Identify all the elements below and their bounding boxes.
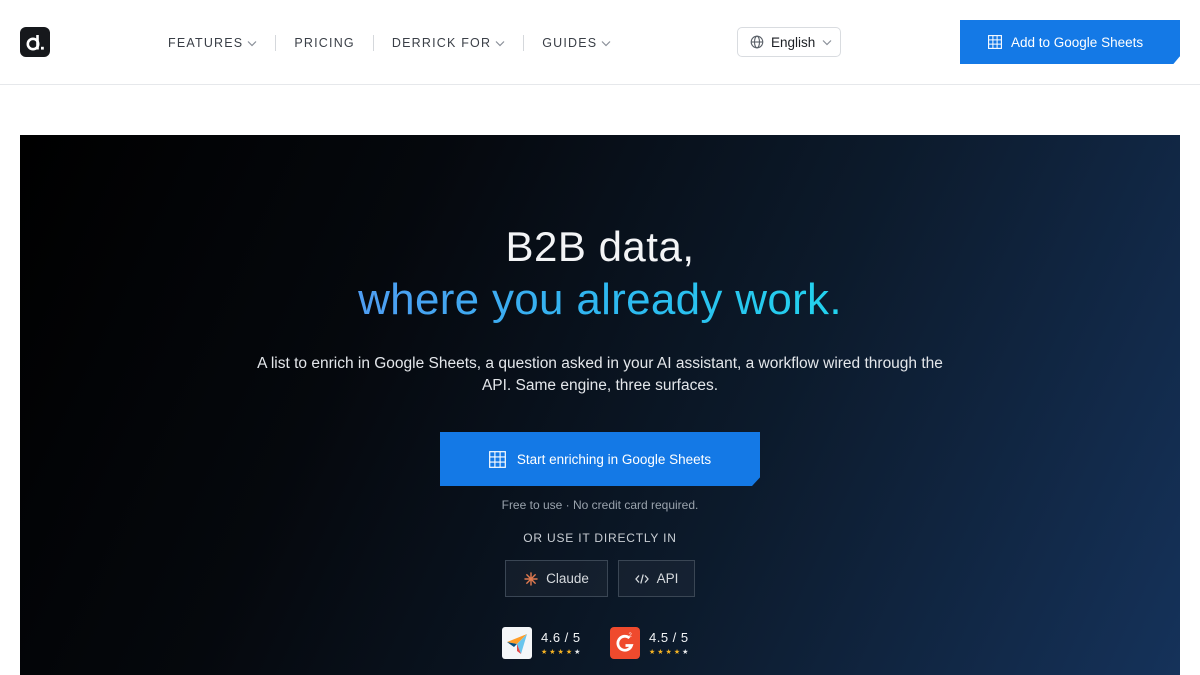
claude-label: Claude <box>546 571 589 586</box>
nav-derrick-for[interactable]: DERRICK FOR <box>374 32 523 54</box>
nav-pricing[interactable]: PRICING <box>276 32 373 54</box>
or-use-label: OR USE IT DIRECTLY IN <box>523 531 677 545</box>
nav-derrick-for-label: DERRICK FOR <box>391 36 492 50</box>
claude-button[interactable]: Claude <box>505 560 608 597</box>
nav-features-label: FEATURES <box>168 36 244 50</box>
chevron-down-icon <box>601 40 611 46</box>
main-nav: FEATURES PRICING DERRICK FOR GUIDES <box>150 32 629 54</box>
add-to-google-sheets-button[interactable]: Add to Google Sheets <box>960 20 1180 64</box>
start-enriching-button[interactable]: Start enriching in Google Sheets <box>440 432 760 486</box>
g2-rating[interactable]: 2 4.5 / 5 ★★★★★ <box>610 626 690 660</box>
nav-guides-label: GUIDES <box>542 36 598 50</box>
globe-icon <box>750 35 764 49</box>
language-label: English <box>771 34 816 50</box>
svg-text:2: 2 <box>629 633 633 639</box>
start-enriching-label: Start enriching in Google Sheets <box>516 451 712 467</box>
capterra-score: 4.6 / 5 <box>541 630 581 645</box>
free-note: Free to use · No credit card required. <box>501 498 699 512</box>
hero-section: B2B data, where you already work. A list… <box>20 135 1180 675</box>
capterra-rating-text: 4.6 / 5 ★★★★★ <box>541 630 582 656</box>
nav-pricing-label: PRICING <box>294 36 355 50</box>
capterra-logo-icon <box>502 627 532 659</box>
code-icon <box>634 573 649 584</box>
chevron-down-icon <box>495 40 505 46</box>
hero-title-gradient-text: where you already work. <box>358 275 842 324</box>
hero-title-line1: B2B data, <box>505 223 695 270</box>
api-button[interactable]: API <box>618 560 695 597</box>
capterra-rating[interactable]: 4.6 / 5 ★★★★★ <box>502 626 582 660</box>
g2-rating-text: 4.5 / 5 ★★★★★ <box>649 630 690 656</box>
nav-features[interactable]: FEATURES <box>150 32 275 54</box>
language-selector[interactable]: English <box>737 27 841 57</box>
star-rating-icon: ★★★★★ <box>649 649 691 656</box>
add-to-google-sheets-label: Add to Google Sheets <box>1011 34 1144 50</box>
g2-score: 4.5 / 5 <box>649 630 689 645</box>
hero-title-line2: where you already work. <box>20 275 1180 325</box>
nav-guides[interactable]: GUIDES <box>524 32 629 54</box>
derrick-logo[interactable] <box>20 27 50 57</box>
hero-subtitle: A list to enrich in Google Sheets, a que… <box>257 355 943 394</box>
chevron-down-icon <box>247 40 257 46</box>
site-header: FEATURES PRICING DERRICK FOR GUIDES Engl… <box>0 0 1200 85</box>
claude-sparkle-icon <box>524 571 538 586</box>
grid-icon <box>988 35 1002 49</box>
chevron-down-icon <box>822 39 832 45</box>
star-rating-icon: ★★★★★ <box>541 649 583 656</box>
g2-logo-icon: 2 <box>610 627 640 659</box>
api-label: API <box>656 571 679 586</box>
grid-icon <box>488 450 506 468</box>
